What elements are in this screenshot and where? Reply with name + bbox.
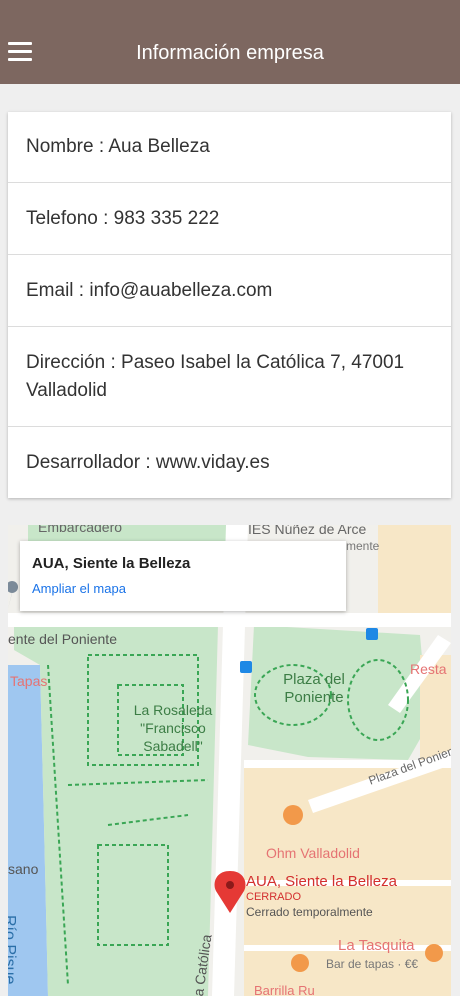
map-label-tapas: Tapas bbox=[10, 673, 48, 689]
map-info-box: AUA, Siente la Belleza Ampliar el mapa bbox=[20, 541, 346, 611]
map-label-plaza: Plaza del Poniente bbox=[283, 671, 345, 706]
map-marker-name[interactable]: AUA, Siente la Belleza bbox=[246, 873, 397, 890]
map-label-resta: Resta bbox=[410, 661, 447, 677]
map-label-tasquita-note: Bar de tapas · €€ bbox=[326, 957, 419, 971]
info-row-desarrollador[interactable]: Desarrollador : www.viday.es bbox=[8, 427, 451, 498]
embedded-map[interactable]: AUA, Siente la Belleza Ampliar el mapa E… bbox=[8, 525, 451, 996]
info-row-nombre: Nombre : Aua Belleza bbox=[8, 112, 451, 183]
info-row-telefono[interactable]: Telefono : 983 335 222 bbox=[8, 183, 451, 255]
info-row-direccion: Dirección : Paseo Isabel la Católica 7, … bbox=[8, 327, 451, 427]
app-header: Información empresa bbox=[0, 0, 460, 84]
map-label-rosaleda: La Rosaleda "Francisco Sabadell" bbox=[133, 702, 213, 754]
info-row-email[interactable]: Email : info@auabelleza.com bbox=[8, 255, 451, 327]
map-label-sano: sano bbox=[8, 861, 39, 877]
company-info-card: Nombre : Aua Belleza Telefono : 983 335 … bbox=[8, 112, 451, 498]
map-label-tasquita: La Tasquita bbox=[338, 937, 415, 954]
map-label-mente: mente bbox=[346, 539, 380, 553]
map-label-rio: Río Pisue bbox=[8, 915, 18, 985]
page-title: Información empresa bbox=[136, 42, 324, 64]
map-place-name: AUA, Siente la Belleza bbox=[32, 555, 191, 572]
map-label-ies: IES Núñez de Arce bbox=[248, 525, 367, 537]
map-label-embarcadero: Embarcadero bbox=[38, 525, 123, 535]
map-label-bottom: Barrilla Ru bbox=[254, 983, 315, 996]
map-marker-status: CERRADO bbox=[246, 891, 302, 903]
map-label-ohm: Ohm Valladolid bbox=[266, 845, 360, 861]
enlarge-map-link[interactable]: Ampliar el mapa bbox=[32, 581, 126, 596]
map-marker-note: Cerrado temporalmente bbox=[246, 905, 373, 919]
map-label-poniente-street: ente del Poniente bbox=[8, 631, 117, 647]
